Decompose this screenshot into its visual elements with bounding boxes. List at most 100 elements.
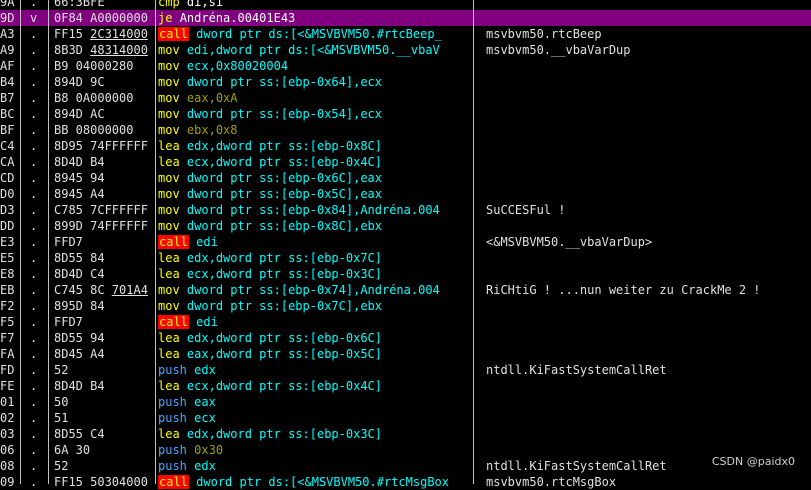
comment	[486, 266, 811, 282]
hex-bytes-ref: 48314000	[90, 43, 148, 57]
jump-marker: .	[30, 187, 38, 201]
address: A3	[0, 27, 15, 41]
hex-bytes-main: 52	[54, 459, 69, 473]
asm-row[interactable]: 02. 51 push ecx	[0, 410, 811, 426]
asm-row[interactable]: A9. 8B3D 48314000 mov edi,dword ptr ds:[<&…	[0, 42, 811, 58]
address: 08	[0, 459, 15, 473]
mnemonic: je	[158, 11, 173, 25]
watermark: CSDN @paidx0	[711, 455, 795, 468]
instruction: lea eax,dword ptr ss:[ebp-0x5C]	[158, 346, 473, 362]
instruction: mov dword ptr ss:[ebp-0x5C],eax	[158, 186, 473, 202]
hex-bytes: 8D55 94	[54, 330, 155, 346]
asm-row[interactable]: E3. FFD7 call edi <&MSVBVM50.__vbaVarDup>	[0, 234, 811, 250]
hex-bytes-main: BB 08000000	[54, 123, 134, 137]
asm-row[interactable]: FD. 52 push edx ntdll.KiFastSystemCallRet	[0, 362, 811, 378]
comment: RiCHtiG ! ...nun weiter zu CrackMe 2 !	[486, 283, 761, 297]
asm-row[interactable]: F5. FFD7 call edi	[0, 314, 811, 330]
hex-bytes-main: 50	[54, 395, 69, 409]
jump-marker: .	[30, 219, 38, 233]
operands: dword ptr ss:[ebp-0x8C],ebx	[186, 219, 382, 233]
address: C4	[0, 139, 15, 153]
mnemonic: mov	[158, 171, 180, 185]
operands: dword ptr ss:[ebp-0x84],Andréna.004	[186, 203, 440, 217]
asm-row[interactable]: DD. 899D 74FFFFFF mov dword ptr ss:[ebp-0x…	[0, 218, 811, 234]
asm-row[interactable]: 09. FF15 50304000 call dword ptr ds:[<&MSV…	[0, 474, 811, 490]
asm-row[interactable]: FE. 8D4D B4 lea ecx,dword ptr ss:[ebp-0x4C…	[0, 378, 811, 394]
asm-row[interactable]: 01. 50 push eax	[0, 394, 811, 410]
comment	[486, 298, 811, 314]
jump-marker: .	[30, 379, 38, 393]
jump-marker: .	[30, 475, 38, 489]
asm-row[interactable]: C4. 8D95 74FFFFFF lea edx,dword ptr ss:[eb…	[0, 138, 811, 154]
asm-row[interactable]: EB. C745 8C 701A4 mov dword ptr ss:[ebp-0x…	[0, 282, 811, 298]
instruction: call dword ptr ds:[<&MSVBVM50.#rtcMsgBox	[158, 474, 473, 490]
hex-bytes-main: 8D4D B4	[54, 155, 105, 169]
column-divider	[155, 0, 156, 484]
hex-bytes: 8945 A4	[54, 186, 155, 202]
instruction: mov dword ptr ss:[ebp-0x74],Andréna.004	[158, 282, 473, 298]
asm-row[interactable]: E8. 8D4D C4 lea ecx,dword ptr ss:[ebp-0x3C…	[0, 266, 811, 282]
operands: edx,dword ptr ss:[ebp-0x3C]	[186, 427, 382, 441]
asm-row[interactable]: F2. 895D 84 mov dword ptr ss:[ebp-0x7C],eb…	[0, 298, 811, 314]
comment: SuCCESFul !	[486, 203, 566, 217]
operands: ecx,dword ptr ss:[ebp-0x4C]	[186, 155, 382, 169]
asm-row[interactable]: E5. 8D55 84 lea edx,dword ptr ss:[ebp-0x7C…	[0, 250, 811, 266]
asm-row[interactable]: D0. 8945 A4 mov dword ptr ss:[ebp-0x5C],ea…	[0, 186, 811, 202]
asm-row[interactable]: 03. 8D55 C4 lea edx,dword ptr ss:[ebp-0x3C…	[0, 426, 811, 442]
asm-row[interactable]: FA. 8D45 A4 lea eax,dword ptr ss:[ebp-0x5C…	[0, 346, 811, 362]
jump-marker: .	[30, 411, 38, 425]
operands: ecx	[194, 411, 216, 425]
asm-row[interactable]: B7. B8 0A000000 mov eax,0xA	[0, 90, 811, 106]
hex-bytes: 894D 9C	[54, 74, 155, 90]
mnemonic: mov	[158, 283, 180, 297]
instruction: mov dword ptr ss:[ebp-0x8C],ebx	[158, 218, 473, 234]
mnemonic: push	[158, 395, 187, 409]
asm-row[interactable]: F7. 8D55 94 lea edx,dword ptr ss:[ebp-0x6C…	[0, 330, 811, 346]
mnemonic: cmp	[158, 0, 180, 9]
asm-row[interactable]: 9A. 66:3BFE cmp di,si	[0, 0, 811, 10]
comment	[486, 394, 811, 410]
operands: 0x30	[194, 443, 224, 457]
hex-bytes: 66:3BFE	[54, 0, 155, 10]
jump-marker: .	[30, 91, 38, 105]
jump-marker: .	[30, 347, 38, 361]
asm-row[interactable]: 9D v 0F84 A0000000 je Andréna.00401E43	[0, 10, 811, 26]
jump-marker: .	[30, 443, 38, 457]
jump-marker: .	[30, 123, 38, 137]
asm-row[interactable]: BC. 894D AC mov dword ptr ss:[ebp-0x54],ec…	[0, 106, 811, 122]
asm-row[interactable]: CA. 8D4D B4 lea ecx,dword ptr ss:[ebp-0x4C…	[0, 154, 811, 170]
asm-row[interactable]: 08. 52 push edx ntdll.KiFastSystemCallRet	[0, 458, 811, 474]
mnemonic: mov	[158, 219, 180, 233]
asm-row[interactable]: 06. 6A 30 push 0x30	[0, 442, 811, 458]
operands: dword ptr ss:[ebp-0x74],Andréna.004	[186, 283, 440, 297]
hex-bytes: 8D55 84	[54, 250, 155, 266]
address: 09	[0, 475, 15, 489]
comment	[486, 0, 811, 10]
comment: msvbvm50.rtcBeep	[486, 27, 602, 41]
operands: dword ptr ss:[ebp-0x64],ecx	[186, 75, 382, 89]
instruction: mov dword ptr ss:[ebp-0x84],Andréna.004	[158, 202, 473, 218]
operands: eax	[194, 395, 216, 409]
operands: di,si	[186, 0, 224, 9]
hex-bytes-main: 66:3BFE	[54, 0, 105, 9]
hex-bytes: 52	[54, 362, 155, 378]
instruction: push eax	[158, 394, 473, 410]
mnemonic: mov	[158, 75, 180, 89]
operands: edi,dword ptr ds:[<&MSVBVM50.__vbaV	[186, 43, 440, 57]
jump-marker: v	[30, 11, 38, 25]
mnemonic: lea	[158, 155, 180, 169]
column-divider	[473, 0, 474, 484]
asm-row[interactable]: B4. 894D 9C mov dword ptr ss:[ebp-0x64],ec…	[0, 74, 811, 90]
operands: ebx,0x8	[186, 123, 238, 137]
address: 9D	[0, 11, 15, 25]
mnemonic: lea	[158, 379, 180, 393]
asm-row[interactable]: D3. C785 7CFFFFFF mov dword ptr ss:[ebp-0x…	[0, 202, 811, 218]
comment	[486, 378, 811, 394]
asm-row[interactable]: CD. 8945 94 mov dword ptr ss:[ebp-0x6C],ea…	[0, 170, 811, 186]
asm-row[interactable]: BF. BB 08000000 mov ebx,0x8	[0, 122, 811, 138]
hex-bytes-ref: 701A4	[111, 283, 148, 297]
asm-row[interactable]: AF. B9 04000280 mov ecx,0x80020004	[0, 58, 811, 74]
asm-row[interactable]: A3. FF15 2C314000 call dword ptr ds:[<&MSV…	[0, 26, 811, 42]
instruction: push 0x30	[158, 442, 473, 458]
jump-marker: .	[30, 283, 38, 297]
